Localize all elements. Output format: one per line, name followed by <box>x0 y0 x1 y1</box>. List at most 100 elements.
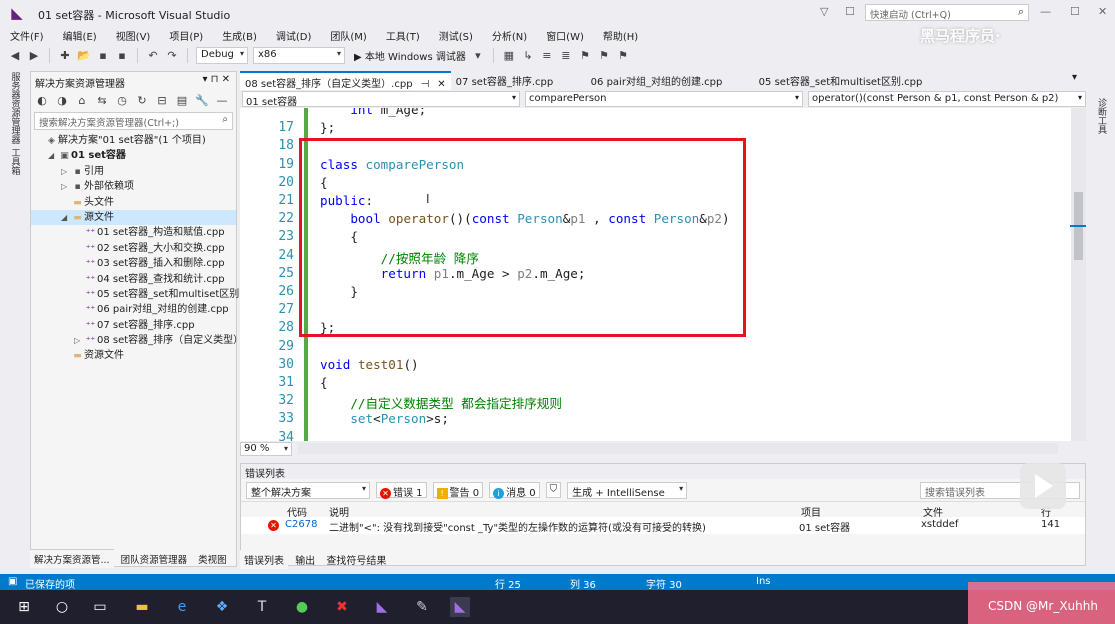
tree-item[interactable]: ◈ 解决方案"01 set容器"(1 个项目) <box>31 133 236 148</box>
menu-build[interactable]: 生成(B) <box>222 28 257 43</box>
forward-icon[interactable]: ▶ <box>27 49 41 63</box>
tab-file-08[interactable]: 08 set容器_排序（自定义类型）.cpp ⊣ ✕ <box>240 71 451 90</box>
messages-filter-button[interactable]: i 消息 0 <box>489 482 540 499</box>
bookmark-icon[interactable]: ⚑ <box>578 49 592 63</box>
save-all-icon[interactable]: ▪ <box>115 49 129 63</box>
tree-item[interactable]: ◢ ▬ 源文件 <box>31 209 236 226</box>
new-project-icon[interactable]: ✚ <box>58 49 72 63</box>
build-filter-dropdown[interactable]: 生成 + IntelliSense ▾ <box>567 481 688 499</box>
bookmark-next-icon[interactable]: ⚑ <box>616 49 630 63</box>
tree-item[interactable]: ◢ ▣ 01 set容器 <box>31 148 236 163</box>
tree-item[interactable]: ⁺⁺ 05 set容器_set和multiset区别.cpp <box>31 287 261 302</box>
close-button[interactable]: ✕ <box>1098 5 1107 18</box>
refresh-icon[interactable]: ↻ <box>135 94 149 108</box>
expand-icon[interactable]: ◢ <box>48 148 58 163</box>
back-icon[interactable]: ◀ <box>8 49 22 63</box>
sync-icon[interactable]: ⇆ <box>95 94 109 108</box>
forward-icon[interactable]: ◑ <box>55 94 69 108</box>
file-explorer-icon[interactable]: ▬ <box>132 597 152 617</box>
uncomment-icon[interactable]: ≣ <box>559 49 573 63</box>
show-all-files-icon[interactable]: ▤ <box>175 94 189 108</box>
tree-item[interactable]: ▷ ▪ 外部依赖项 <box>31 179 236 194</box>
tab-output[interactable]: 输出 <box>291 550 319 569</box>
home-icon[interactable]: ⌂ <box>75 94 89 108</box>
tab-file-07[interactable]: 07 set容器_排序.cpp <box>451 71 586 90</box>
tree-item[interactable]: ⁺⁺ 01 set容器_构造和赋值.cpp <box>31 225 236 240</box>
server-explorer-tab[interactable]: 服务器资源管理器 <box>9 72 22 144</box>
app-icon[interactable]: ❖ <box>212 597 232 617</box>
task-view-icon[interactable]: ▭ <box>90 597 110 617</box>
scope-filter-dropdown[interactable]: 整个解决方案 ▾ <box>246 481 370 499</box>
redo-icon[interactable]: ↷ <box>165 49 179 63</box>
code-line[interactable]: { <box>320 375 328 390</box>
code-line[interactable]: int m_Age; <box>320 108 426 117</box>
scope-dropdown[interactable]: comparePerson ▾ <box>525 91 803 107</box>
start-icon[interactable]: ⊞ <box>14 597 34 617</box>
bookmark-prev-icon[interactable]: ⚑ <box>597 49 611 63</box>
tree-item[interactable]: ▬ 头文件 <box>31 195 236 210</box>
tree-item[interactable]: ▷ ▪ 引用 <box>31 164 236 179</box>
step-icon[interactable]: ↳ <box>521 49 535 63</box>
menu-window[interactable]: 窗口(W) <box>546 28 584 43</box>
table-row[interactable]: ✕ C2678 二进制"<": 没有找到接受"const _Ty"类型的左操作数… <box>241 517 1085 534</box>
code-line[interactable]: set<Person>s; <box>320 411 449 426</box>
warnings-filter-button[interactable]: ! 警告 0 <box>432 482 484 499</box>
tab-solution-explorer[interactable]: 解决方案资源管... <box>30 549 114 568</box>
menu-team[interactable]: 团队(M) <box>330 28 366 43</box>
expand-icon[interactable]: ▷ <box>74 333 84 348</box>
expand-icon[interactable]: ▷ <box>61 164 71 179</box>
zoom-dropdown[interactable]: 90 % ▾ <box>240 441 292 456</box>
more-icon[interactable]: — <box>215 94 229 108</box>
properties-icon[interactable]: 🔧 <box>195 94 209 108</box>
diagnostic-tools-tab[interactable]: 诊断工具 <box>1095 98 1108 134</box>
close-icon[interactable]: ✕ <box>437 79 445 90</box>
menu-tools[interactable]: 工具(T) <box>386 28 420 43</box>
menu-analyze[interactable]: 分析(N) <box>492 28 527 43</box>
editor-vertical-scrollbar[interactable] <box>1071 108 1086 441</box>
tree-item[interactable]: ⁺⁺ 02 set容器_大小和交换.cpp <box>31 241 236 256</box>
error-code-link[interactable]: C2678 <box>285 519 317 530</box>
save-icon[interactable]: ▪ <box>96 49 110 63</box>
menu-help[interactable]: 帮助(H) <box>603 28 638 43</box>
typora-icon[interactable]: T <box>252 597 272 617</box>
browser-icon[interactable]: ● <box>292 597 312 617</box>
attach-icon[interactable]: ▦ <box>502 49 516 63</box>
visual-studio-active-icon[interactable]: ◣ <box>450 597 470 617</box>
undo-icon[interactable]: ↶ <box>146 49 160 63</box>
tree-item[interactable]: ⁺⁺ 07 set容器_排序.cpp <box>31 318 236 333</box>
tree-item[interactable]: ▬ 资源文件 <box>31 348 236 363</box>
search-icon[interactable]: ○ <box>52 597 72 617</box>
pin-icon[interactable]: ⊣ <box>421 79 430 90</box>
toolbox-tab[interactable]: 工具箱 <box>9 148 22 175</box>
menu-test[interactable]: 测试(S) <box>439 28 473 43</box>
xmind-icon[interactable]: ✖ <box>332 597 352 617</box>
solution-explorer-search-input[interactable]: 搜索解决方案资源管理器(Ctrl+;) ⌕ <box>34 112 233 130</box>
horizontal-scrollbar[interactable] <box>298 443 1058 454</box>
feedback-icon[interactable]: ☐ <box>845 5 855 18</box>
panel-controls-icon[interactable]: ▾ ⊓ ✕ <box>202 74 230 85</box>
expand-icon[interactable]: ◢ <box>61 210 71 225</box>
maximize-button[interactable]: ☐ <box>1070 5 1080 18</box>
tab-overflow-icon[interactable]: ▾ <box>1072 72 1077 83</box>
tab-file-05[interactable]: 05 set容器_set和multiset区别.cpp <box>754 71 928 90</box>
chevron-down-icon[interactable]: ▾ <box>471 49 485 63</box>
tool-icon[interactable]: ✎ <box>412 597 432 617</box>
minimize-button[interactable]: — <box>1040 5 1051 18</box>
code-line[interactable]: //自定义数据类型 都会指定排序规则 <box>320 393 562 412</box>
pending-changes-icon[interactable]: ◷ <box>115 94 129 108</box>
tab-find-symbol-results[interactable]: 查找符号结果 <box>322 550 390 569</box>
menu-file[interactable]: 文件(F) <box>10 28 44 43</box>
tree-item[interactable]: ⁺⁺ 06 pair对组_对组的创建.cpp <box>31 302 236 317</box>
tree-item[interactable]: ⁺⁺ 04 set容器_查找和统计.cpp <box>31 272 236 287</box>
expand-icon[interactable]: ▷ <box>61 179 71 194</box>
menu-edit[interactable]: 编辑(E) <box>63 28 97 43</box>
back-icon[interactable]: ◐ <box>35 94 49 108</box>
menu-debug[interactable]: 调试(D) <box>276 28 312 43</box>
menu-project[interactable]: 项目(P) <box>169 28 203 43</box>
video-play-button[interactable] <box>1020 463 1066 509</box>
tree-item[interactable]: ▷ ⁺⁺ 08 set容器_排序（自定义类型）.c <box>31 333 252 348</box>
tab-class-view[interactable]: 类视图 <box>194 550 231 568</box>
start-debugger-button[interactable]: ▶ 本地 Windows 调试器 <box>354 48 466 63</box>
tab-file-06[interactable]: 06 pair对组_对组的创建.cpp <box>586 71 754 90</box>
quick-launch-input[interactable]: 快速启动 (Ctrl+Q) ⌕ <box>865 4 1029 21</box>
